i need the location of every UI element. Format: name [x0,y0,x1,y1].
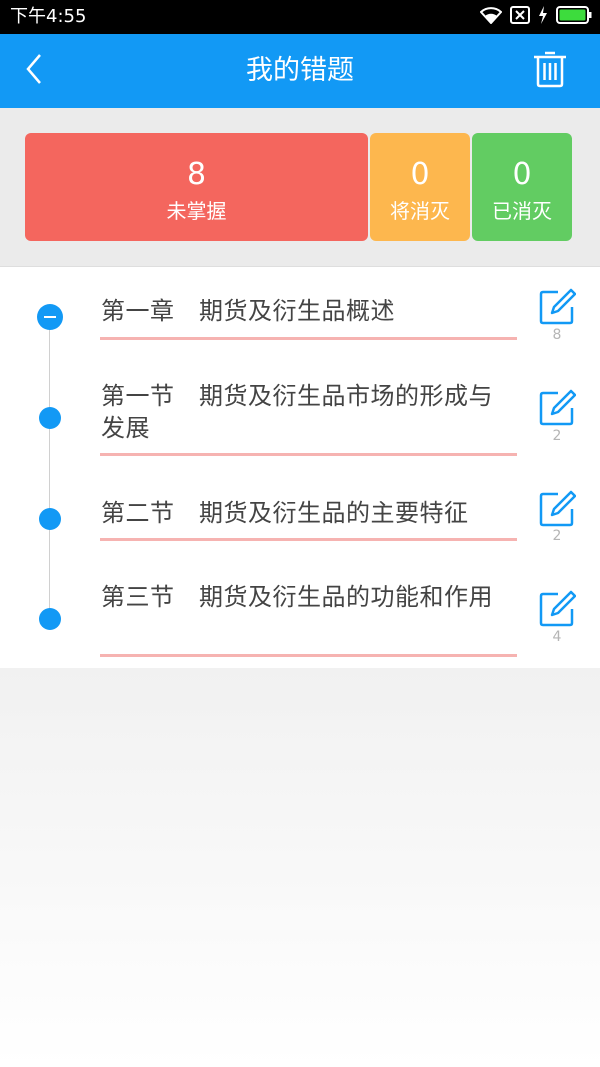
error-count: 4 [552,629,562,645]
stat-label: 已消灭 [492,199,552,223]
stat-count: 0 [512,157,532,192]
trash-icon [533,50,567,92]
battery-icon [556,6,592,28]
section-title: 第一节 期货及衍生品市场的形成与发展 [101,382,493,442]
error-count: 2 [552,428,562,444]
page-title: 我的错题 [246,55,354,86]
status-time: 下午4:55 [10,6,87,27]
error-count: 8 [552,327,562,343]
timeline-dot-icon [39,407,61,429]
error-count: 2 [552,528,562,544]
charging-icon [538,6,548,28]
row-divider [100,538,517,541]
row-divider [100,337,517,340]
section-title: 第三节 期货及衍生品的功能和作用 [101,583,493,611]
edit-icon[interactable] [538,288,577,326]
app-header: 我的错题 [0,34,600,108]
list-item-section-2[interactable]: 第二节 期货及衍生品的主要特征 2 [0,468,600,568]
sim-off-icon [510,6,530,28]
stat-label: 未掌握 [166,199,227,223]
stat-card-eliminated[interactable]: 0 已消灭 [472,133,572,241]
list-item-section-3[interactable]: 第三节 期货及衍生品的功能和作用 4 [0,568,600,668]
empty-area [0,668,600,1067]
wifi-icon [479,6,503,28]
stat-card-eliminating[interactable]: 0 将消灭 [370,133,470,241]
stats-area: 8 未掌握 0 将消灭 0 已消灭 [0,108,600,267]
edit-icon[interactable] [538,490,577,528]
stat-count: 0 [410,157,430,192]
collapse-icon[interactable] [37,304,63,330]
delete-button[interactable] [530,50,570,92]
status-bar: 下午4:55 [0,0,600,34]
section-title: 第二节 期货及衍生品的主要特征 [101,499,469,527]
list-item-section-1[interactable]: 第一节 期货及衍生品市场的形成与发展 2 [0,367,600,468]
row-divider [100,654,517,657]
stat-count: 8 [186,157,207,192]
list-item-chapter-1[interactable]: 第一章 期货及衍生品概述 8 [0,267,600,367]
row-divider [100,453,517,456]
timeline-dot-icon [39,508,61,530]
chapter-title: 第一章 期货及衍生品概述 [101,297,395,325]
stat-card-unmastered[interactable]: 8 未掌握 [25,133,368,241]
chapter-list: 第一章 期货及衍生品概述 8 第一节 期货及衍生品市场的形成与发展 2 第二节 … [0,267,600,668]
edit-icon[interactable] [538,389,577,427]
stat-label: 将消灭 [390,199,450,223]
edit-icon[interactable] [538,590,577,628]
status-icons [479,6,592,28]
timeline-dot-icon [39,608,61,630]
